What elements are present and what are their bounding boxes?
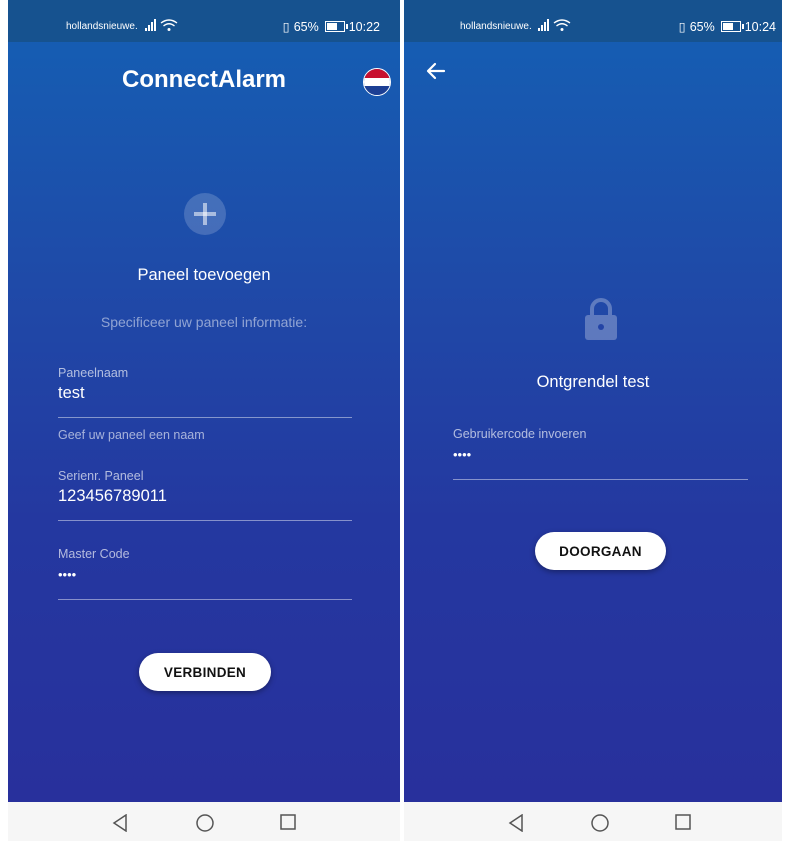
netherlands-flag-icon[interactable] [363,68,391,96]
master-code-field[interactable]: Master Code •••• [58,547,352,600]
signal-wifi-icons [538,18,572,35]
battery-percent: 65% [689,19,715,34]
continue-button[interactable]: DOORGAAN [535,532,666,570]
field-underline [58,520,352,521]
navigation-bar [8,802,400,841]
field-helper-text: Geef uw paneel een naam [58,428,205,442]
field-underline [453,479,748,480]
screen-background [404,0,782,802]
status-bar: hollandsnieuwe. ▯ 65% 10:22 [8,0,400,42]
field-label: Gebruikercode invoeren [453,427,587,441]
panel-name-field[interactable]: Paneelnaam test [58,366,352,418]
page-subtitle: Specificeer uw paneel informatie: [100,314,308,330]
status-right: ▯ 65% 10:22 [282,19,380,35]
serial-number-input[interactable]: 123456789011 [58,487,352,506]
panel-name-input[interactable]: test [58,384,352,403]
clock: 10:22 [348,19,380,34]
back-triangle-icon[interactable] [112,814,128,832]
user-code-input[interactable]: •••• [453,447,748,462]
signal-icon [145,19,178,31]
serial-number-field[interactable]: Serienr. Paneel 123456789011 [58,469,352,521]
signal-wifi-icons [145,18,179,35]
status-right: ▯ 65% 10:24 [678,19,776,35]
battery-percent: 65% [293,19,319,34]
field-label: Paneelnaam [58,366,129,380]
page-title: Ontgrendel test [536,373,650,391]
phone-screen-right: hollandsnieuwe. ▯ 65% 10:24 Ontgrendel t… [404,0,782,841]
battery-icon [324,21,348,32]
field-underline [58,417,352,418]
vibrate-icon: ▯ [678,20,686,34]
status-bar: hollandsnieuwe. ▯ 65% 10:24 [404,0,782,42]
app-title: ConnectAlarm [121,66,287,93]
home-circle-icon[interactable] [196,814,214,832]
arrow-left-icon[interactable] [426,62,446,80]
recents-square-icon[interactable] [280,814,296,830]
navigation-bar [404,802,782,841]
field-label: Master Code [58,547,130,561]
connect-button[interactable]: VERBINDEN [139,653,271,691]
field-label: Serienr. Paneel [58,469,144,483]
plus-circle-icon [184,193,226,235]
lock-icon [585,298,617,340]
master-code-input[interactable]: •••• [58,567,352,582]
recents-square-icon[interactable] [675,814,691,830]
carrier-name: hollandsnieuwe. [66,21,138,32]
carrier-name: hollandsnieuwe. [460,21,532,32]
phone-screen-left: hollandsnieuwe. ▯ 65% 10:22 ConnectAlarm… [8,0,400,841]
clock: 10:24 [744,19,776,34]
battery-icon [720,21,744,32]
field-underline [58,599,352,600]
page-title: Paneel toevoegen [137,266,271,284]
vibrate-icon: ▯ [282,20,290,34]
back-triangle-icon[interactable] [508,814,524,832]
user-code-field[interactable]: Gebruikercode invoeren •••• [453,427,748,480]
home-circle-icon[interactable] [591,814,609,832]
signal-icon [538,19,571,31]
